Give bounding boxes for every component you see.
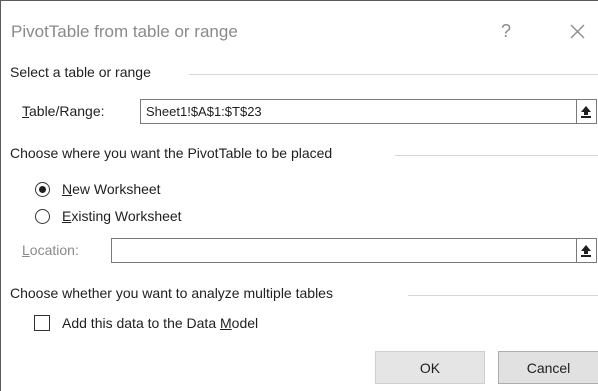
new-worksheet-label[interactable]: New Worksheet <box>62 181 161 197</box>
section-divider <box>395 155 598 156</box>
location-input[interactable] <box>111 238 577 263</box>
location-label: Location: <box>22 242 79 258</box>
cancel-button[interactable]: Cancel <box>498 351 598 384</box>
close-icon[interactable] <box>564 15 590 45</box>
table-range-label: Table/Range: <box>22 103 105 119</box>
help-button[interactable]: ? <box>501 21 511 42</box>
collapse-range-icon[interactable] <box>577 99 597 124</box>
multiple-tables-header: Choose whether you want to analyze multi… <box>10 285 333 301</box>
title-bar[interactable]: PivotTable from table or range ? <box>1 1 598 61</box>
new-worksheet-radio[interactable] <box>35 182 50 197</box>
select-range-header: Select a table or range <box>10 64 151 80</box>
data-model-checkbox[interactable] <box>34 315 50 331</box>
section-divider <box>408 295 598 296</box>
data-model-label[interactable]: Add this data to the Data Model <box>62 315 258 331</box>
dialog-title: PivotTable from table or range <box>11 22 238 41</box>
section-divider <box>189 74 598 75</box>
collapse-range-icon[interactable] <box>577 238 597 263</box>
ok-button[interactable]: OK <box>375 351 485 384</box>
pivottable-dialog: PivotTable from table or range ? Select … <box>0 0 598 391</box>
placement-header: Choose where you want the PivotTable to … <box>10 145 333 161</box>
radio-selected-dot <box>39 186 46 193</box>
table-range-input[interactable]: Sheet1!$A$1:$T$23 <box>140 99 577 124</box>
existing-worksheet-label[interactable]: Existing Worksheet <box>62 208 182 224</box>
existing-worksheet-radio[interactable] <box>35 209 50 224</box>
